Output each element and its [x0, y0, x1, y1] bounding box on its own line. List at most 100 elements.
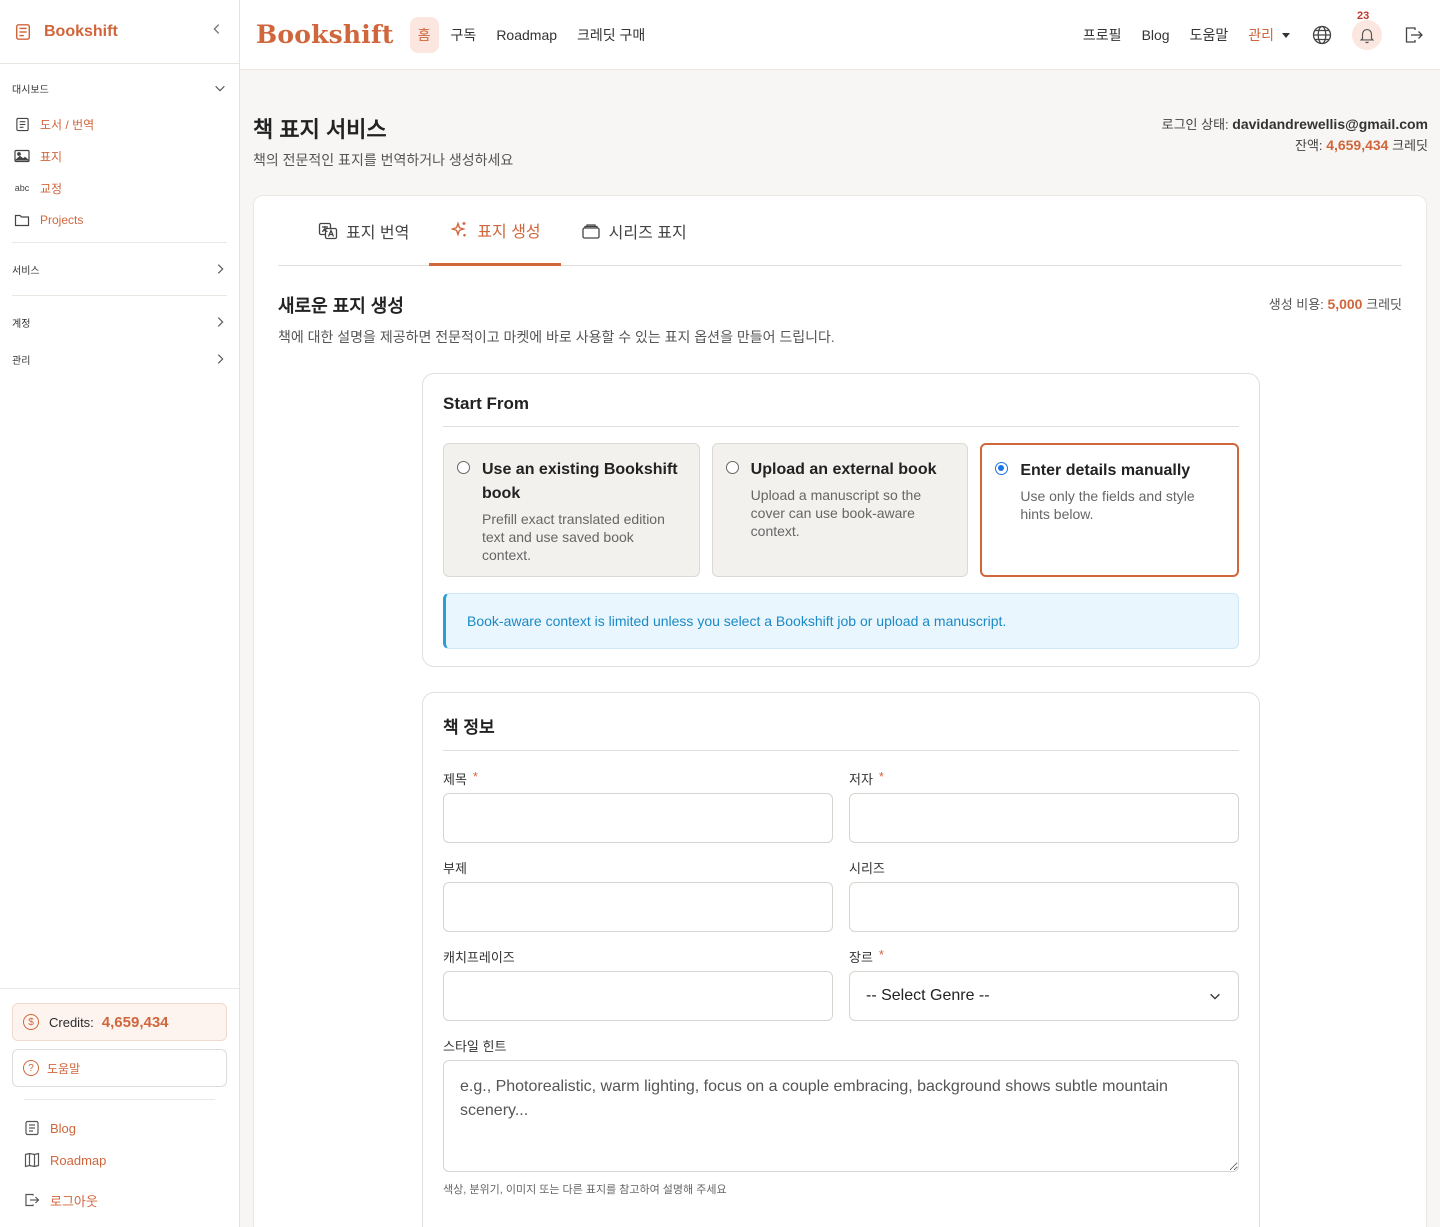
globe-icon[interactable] [1312, 25, 1332, 45]
sidebar-item-proofreading[interactable]: abc 교정 [12, 172, 227, 204]
field-catchphrase: 캐치프레이즈 [443, 945, 833, 1021]
sidebar-link-label: Roadmap [50, 1152, 107, 1168]
chevron-down-icon [1210, 993, 1220, 1000]
radio-upload-book[interactable] [725, 461, 739, 474]
page-title: 책 표지 서비스 [253, 117, 387, 142]
required-mark: * [878, 769, 884, 784]
sidebar-item-label: 교정 [40, 181, 63, 196]
help-button[interactable]: ? 도움말 [12, 1049, 227, 1087]
sidebar-item-projects[interactable]: Projects [12, 204, 227, 236]
title-input[interactable] [443, 793, 833, 843]
sidebar-item-label: 표지 [40, 149, 63, 164]
genre-select[interactable]: -- Select Genre -- [849, 971, 1239, 1021]
image-icon [14, 148, 30, 164]
radio-existing-book[interactable] [457, 461, 470, 474]
sidebar-item-covers[interactable]: 표지 [12, 140, 227, 172]
chevron-right-icon [217, 354, 224, 364]
subtitle-input[interactable] [443, 882, 833, 932]
tab-label: 표지 생성 [477, 223, 541, 241]
style-hint-textarea[interactable] [443, 1060, 1239, 1172]
label-text: 제목 [443, 772, 467, 787]
option-upload-book[interactable]: Upload an external book Upload a manuscr… [711, 443, 969, 577]
nav-home[interactable]: 홈 [409, 16, 439, 53]
option-title: Enter details manually [1020, 462, 1191, 479]
logout-icon [24, 1192, 40, 1208]
tab-label: 시리즈 표지 [608, 225, 687, 242]
cover-service-card: 표지 번역 표지 생성 시리즈 표지 새로운 표지 생성 책에 대한 설명을 제… [253, 195, 1427, 1227]
sidebar-group-account[interactable]: 계정 [12, 302, 227, 342]
tab-generate-cover[interactable]: 표지 생성 [429, 196, 561, 266]
sidebar-link-blog[interactable]: Blog [12, 1112, 227, 1144]
sidebar-group-admin[interactable]: 관리 [12, 342, 227, 376]
sidebar-link-roadmap[interactable]: Roadmap [12, 1144, 227, 1176]
navbar-brand[interactable]: Bookshift [256, 20, 394, 49]
sidebar-item-books[interactable]: 도서 / 번역 [12, 108, 227, 140]
caret-down-icon [1282, 33, 1290, 39]
translate-icon [318, 221, 338, 241]
logout-icon[interactable] [1404, 25, 1424, 45]
book-info-form: 제목 * 저자 * 부제 시리즈 캐치프레이즈 장르 * -- Select G… [443, 767, 1239, 1210]
sidebar-link-label: Blog [50, 1120, 77, 1136]
page-subtitle: 책의 전문적인 표지를 번역하거나 생성하세요 [253, 152, 514, 168]
credits-value: 4,659,434 [101, 1013, 169, 1031]
start-from-options: Use an existing Bookshift book Prefill e… [443, 443, 1240, 577]
sidebar-group-label: 계정 [12, 318, 31, 330]
sidebar-group-label: 대시보드 [12, 84, 49, 96]
nav-help[interactable]: 도움말 [1190, 25, 1229, 45]
label-text: 시리즈 [849, 861, 885, 876]
sidebar-item-label: 도서 / 번역 [40, 117, 95, 132]
stack-icon [581, 221, 601, 241]
collapse-sidebar-icon[interactable] [209, 22, 225, 41]
info-alert: Book-aware context is limited unless you… [443, 593, 1239, 649]
option-title: Upload an external book [750, 461, 937, 478]
author-label: 저자 * [849, 767, 1239, 793]
login-label: 로그인 상태: [1161, 117, 1229, 132]
balance-unit: 크레딧 [1392, 138, 1428, 153]
top-navbar: Bookshift 홈 구독 Roadmap 크레딧 구매 프로필 Blog 도… [240, 0, 1440, 70]
sidebar-group-services[interactable]: 서비스 [12, 249, 227, 289]
section-description: 책에 대한 설명을 제공하면 전문적이고 마켓에 바로 사용할 수 있는 표지 … [278, 329, 835, 345]
account-summary: 로그인 상태: davidandrewellis@gmail.com 잔액: 4… [1162, 114, 1428, 156]
label-text: 부제 [443, 861, 467, 876]
sparkles-icon [449, 220, 469, 240]
option-manual-entry[interactable]: Enter details manually Use only the fiel… [980, 443, 1240, 577]
option-description: Use only the fields and style hints belo… [1020, 488, 1195, 522]
series-label: 시리즈 [849, 856, 1239, 882]
option-existing-book[interactable]: Use an existing Bookshift book Prefill e… [443, 443, 700, 577]
nav-subscribe[interactable]: 구독 [451, 25, 477, 45]
catchphrase-label: 캐치프레이즈 [443, 945, 833, 971]
nav-roadmap[interactable]: Roadmap [496, 27, 557, 43]
sidebar-group-dashboard[interactable]: 대시보드 [12, 68, 227, 108]
dollar-coin-icon: $ [23, 1014, 39, 1030]
sidebar-brand: Bookshift [0, 0, 239, 64]
sidebar-link-label: 로그아웃 [50, 1193, 98, 1209]
field-series: 시리즈 [849, 856, 1239, 932]
tab-translate-cover[interactable]: 표지 번역 [298, 196, 429, 266]
tab-series-cover[interactable]: 시리즈 표지 [561, 196, 707, 266]
divider [12, 295, 227, 296]
radio-manual-entry[interactable] [995, 462, 1009, 475]
section-title: 새로운 표지 생성 [278, 296, 404, 316]
notifications-button[interactable]: 23 [1352, 10, 1382, 50]
nav-admin-dropdown[interactable]: 관리 [1248, 25, 1290, 45]
nav-profile[interactable]: 프로필 [1083, 25, 1122, 45]
field-title: 제목 * [443, 767, 833, 843]
nav-blog[interactable]: Blog [1142, 27, 1170, 43]
style-hint-help: 색상, 분위기, 이미지 또는 다른 표지를 참고하여 설명해 주세요 [443, 1184, 727, 1196]
sidebar-link-logout[interactable]: 로그아웃 [12, 1184, 227, 1216]
book-info-title: 책 정보 [443, 713, 1239, 751]
map-icon [24, 1152, 40, 1168]
option-title: Use an existing Bookshift book [482, 461, 678, 502]
credits-badge[interactable]: $ Credits: 4,659,434 [12, 1003, 227, 1041]
author-input[interactable] [849, 793, 1239, 843]
field-style-hint: 스타일 힌트 색상, 분위기, 이미지 또는 다른 표지를 참고하여 설명해 주… [443, 1034, 1239, 1197]
cost-label: 생성 비용: [1268, 297, 1324, 312]
genre-label: 장르 * [849, 945, 1239, 971]
nav-buy-credits[interactable]: 크레딧 구매 [577, 25, 645, 45]
title-label: 제목 * [443, 767, 833, 793]
sidebar-item-label: Projects [40, 213, 84, 227]
bell-icon [1359, 28, 1375, 43]
start-from-title: Start From [443, 394, 1239, 427]
catchphrase-input[interactable] [443, 971, 833, 1021]
series-input[interactable] [849, 882, 1239, 932]
